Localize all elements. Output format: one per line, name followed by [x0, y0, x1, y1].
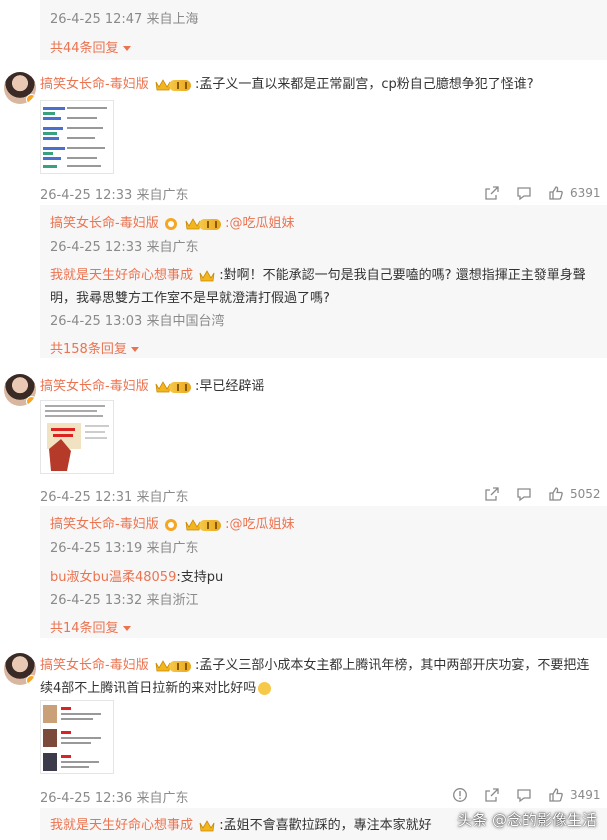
like-button[interactable]: 5052 — [548, 486, 601, 502]
verified-icon — [26, 675, 36, 685]
reply-username[interactable]: 我就是天生好命心想事成 — [50, 818, 193, 833]
comment-image[interactable] — [40, 100, 114, 174]
reply-time: 26-4-25 12:33 来自广东 — [50, 240, 199, 255]
comment-header: 搞笑女长命-毒妇版 :早已经辟谣 — [40, 375, 264, 394]
crown-level-badge-icon — [185, 217, 221, 231]
reply-text-cont: 明，我尋思雙方工作室不是早就澄清打假過了嗎? — [50, 291, 330, 306]
crown-level-badge-icon — [185, 518, 221, 532]
reply-mention[interactable]: :@吃瓜姐妹 — [225, 517, 294, 532]
share-icon[interactable] — [484, 486, 500, 502]
smile-emoji-icon — [258, 682, 272, 695]
comment-text-cont: 续4部不上腾讯首日拉新的来对比好吗 — [40, 677, 272, 696]
reply-time: 26-4-25 12:47 来自上海 — [50, 12, 199, 27]
verified-icon — [26, 94, 36, 104]
comment-text: :孟子义一直以来都是正常副宫，cp粉自己臆想争犯了怪谁? — [194, 77, 534, 92]
more-replies-link[interactable]: 共158条回复 — [50, 338, 139, 357]
reply-header: bu淑女bu温柔48059:支持pu — [50, 566, 223, 585]
reply-username[interactable]: 搞笑女长命-毒妇版 — [50, 216, 159, 231]
share-icon[interactable] — [484, 185, 500, 201]
comment-actions: 6391 — [484, 185, 601, 201]
like-count: 6391 — [570, 186, 601, 200]
more-replies-label: 共158条回复 — [50, 342, 127, 357]
comment-time: 26-4-25 12:36 来自广东 — [40, 791, 189, 806]
comment-text: :孟子义三部小成本女主都上腾讯年榜，其中两部开庆功宴，不要把连 — [194, 658, 590, 673]
crown-level-badge-icon — [155, 659, 191, 673]
chevron-down-icon — [130, 347, 139, 352]
crown-icon — [199, 269, 215, 281]
comment-icon[interactable] — [516, 185, 532, 201]
comment-image[interactable] — [40, 400, 114, 474]
crown-icon — [199, 819, 215, 831]
like-button[interactable]: 3491 — [548, 787, 601, 803]
like-count: 3491 — [570, 788, 601, 802]
chevron-down-icon — [122, 46, 131, 51]
chevron-down-icon — [122, 626, 131, 631]
comment-time: 26-4-25 12:31 来自广东 — [40, 490, 189, 505]
comment-username[interactable]: 搞笑女长命-毒妇版 — [40, 379, 149, 394]
vip-verified-icon — [164, 518, 177, 531]
more-replies-label: 共14条回复 — [50, 621, 119, 636]
comment-icon[interactable] — [516, 486, 532, 502]
avatar[interactable] — [4, 374, 36, 406]
comment-actions: 5052 — [484, 486, 601, 502]
reply-header: 搞笑女长命-毒妇版 :@吃瓜姐妹 — [50, 212, 295, 231]
comment-text: :早已经辟谣 — [194, 379, 265, 394]
verified-icon — [26, 396, 36, 406]
comment-actions: 3491 — [452, 787, 601, 803]
like-button[interactable]: 6391 — [548, 185, 601, 201]
more-replies-label: 共44条回复 — [50, 41, 119, 56]
avatar[interactable] — [4, 653, 36, 685]
crown-level-badge-icon — [155, 380, 191, 394]
reply-text: :支持pu — [176, 570, 224, 585]
comment-text-line2: 续4部不上腾讯首日拉新的来对比好吗 — [40, 681, 257, 696]
comment-header: 搞笑女长命-毒妇版 :孟子义三部小成本女主都上腾讯年榜，其中两部开庆功宴，不要把… — [40, 654, 589, 673]
reply-username[interactable]: bu淑女bu温柔48059 — [50, 570, 176, 585]
share-icon[interactable] — [484, 787, 500, 803]
reply-text: :孟姐不會喜歡拉踩的，專注本家就好 — [219, 818, 432, 833]
comment-time: 26-4-25 12:33 来自广东 — [40, 188, 189, 203]
like-icon — [549, 186, 563, 200]
reply-time: 26-4-25 13:32 来自浙江 — [50, 593, 199, 608]
like-icon — [549, 788, 563, 802]
watermark: 头条 @念的影像生活 — [457, 811, 597, 829]
reply-username[interactable]: 搞笑女长命-毒妇版 — [50, 517, 159, 532]
reply-username[interactable]: 我就是天生好命心想事成 — [50, 268, 193, 283]
comment-username[interactable]: 搞笑女长命-毒妇版 — [40, 77, 149, 92]
comment-icon[interactable] — [516, 787, 532, 803]
reply-time: 26-4-25 13:03 来自中国台湾 — [50, 314, 225, 329]
reply-header: 我就是天生好命心想事成 :孟姐不會喜歡拉踩的，專注本家就好 — [50, 814, 432, 833]
reply-time: 26-4-25 13:19 来自广东 — [50, 541, 199, 556]
reply-header: 我就是天生好命心想事成 :對啊！不能承認一句是我自己要嗑的嗎? 還想指揮正主發單… — [50, 264, 586, 283]
vip-verified-icon — [164, 217, 177, 230]
warning-icon[interactable] — [452, 787, 468, 803]
avatar[interactable] — [4, 72, 36, 104]
comment-username[interactable]: 搞笑女长命-毒妇版 — [40, 658, 149, 673]
reply-mention[interactable]: :@吃瓜姐妹 — [225, 216, 294, 231]
like-icon — [549, 487, 563, 501]
reply-text: :對啊！不能承認一句是我自己要嗑的嗎? 還想指揮正主發單身聲 — [219, 268, 586, 283]
comment-image[interactable] — [40, 700, 114, 774]
more-replies-link[interactable]: 共14条回复 — [50, 617, 131, 636]
comment-header: 搞笑女长命-毒妇版 :孟子义一直以来都是正常副宫，cp粉自己臆想争犯了怪谁? — [40, 73, 534, 92]
more-replies-link[interactable]: 共44条回复 — [50, 37, 131, 56]
like-count: 5052 — [570, 487, 601, 501]
crown-level-badge-icon — [155, 78, 191, 92]
reply-header: 搞笑女长命-毒妇版 :@吃瓜姐妹 — [50, 513, 295, 532]
